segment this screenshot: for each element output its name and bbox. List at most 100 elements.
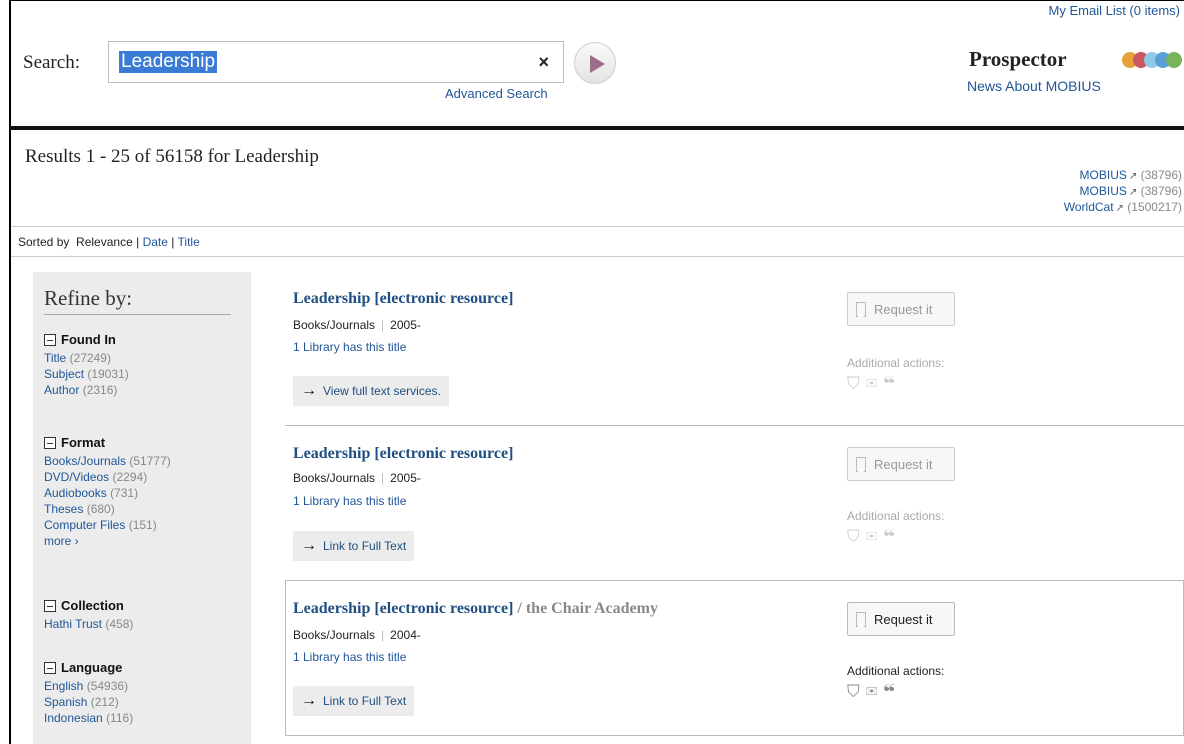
facet-link[interactable]: Subject (44, 367, 84, 381)
collapse-icon[interactable] (44, 334, 56, 346)
request-it-button[interactable]: Request it (847, 292, 955, 326)
worldcat-link[interactable]: WorldCat (1064, 200, 1114, 214)
facet-link[interactable]: Audiobooks (44, 486, 107, 500)
facet-link[interactable]: Books/Journals (44, 454, 126, 468)
additional-actions-label: Additional actions: (847, 356, 945, 370)
collapse-icon[interactable] (44, 662, 56, 674)
facet-more-link[interactable]: more › (44, 534, 79, 548)
sort-by-title-link[interactable]: Title (178, 235, 200, 249)
facet-label: Language (61, 660, 123, 675)
facet-header[interactable]: Collection (44, 598, 133, 614)
full-text-button[interactable]: → Link to Full Text (293, 531, 415, 561)
quote-icon[interactable]: ❝ (883, 682, 900, 701)
facet-count: (680) (86, 502, 115, 516)
action-label: Link to Full Text (323, 694, 407, 708)
meta-separator: | (381, 318, 385, 332)
facet-link[interactable]: Computer Files (44, 518, 125, 532)
facet-link[interactable]: Spanish (44, 695, 87, 709)
result-title-link[interactable]: Leadership [electronic resource] (293, 290, 513, 308)
divider (44, 314, 231, 315)
full-text-button[interactable]: → View full text services. (293, 376, 449, 406)
clear-search-icon[interactable]: × (538, 52, 549, 73)
facet-count: (731) (110, 486, 139, 500)
facet-item[interactable]: Hathi Trust (458) (44, 616, 133, 632)
facet-item[interactable]: Audiobooks (731) (44, 485, 171, 501)
facet-item[interactable]: Spanish (212) (44, 694, 133, 710)
advanced-search-link[interactable]: Advanced Search (445, 86, 548, 101)
library-holdings-link[interactable]: 1 Library has this title (293, 650, 406, 664)
mobius-link[interactable]: MOBIUS (1080, 184, 1127, 198)
full-text-button[interactable]: → Link to Full Text (293, 686, 415, 716)
mail-icon[interactable]: ✉ (866, 374, 884, 393)
result-format: Books/Journals (293, 318, 376, 332)
external-source-row: MOBIUS ↗ (38796) (1064, 184, 1182, 200)
facet-link[interactable]: Title (44, 351, 66, 365)
facet-header[interactable]: Language (44, 660, 133, 676)
search-input[interactable]: Leadership × (108, 41, 564, 83)
facet-more[interactable]: more › (44, 533, 171, 549)
search-input-value[interactable]: Leadership (119, 51, 218, 73)
library-holdings-link[interactable]: 1 Library has this title (293, 494, 406, 508)
email-list-link[interactable]: My Email List (0 items) (1049, 3, 1180, 18)
result-date: 2005- (390, 318, 421, 332)
collapse-icon[interactable] (44, 600, 56, 612)
collapse-icon[interactable] (44, 437, 56, 449)
result-title-link[interactable]: Leadership [electronic resource] (293, 600, 513, 617)
additional-actions-label: Additional actions: (847, 664, 945, 678)
result-meta: Books/Journals | 2005- (293, 318, 421, 332)
bookmark-icon (856, 456, 866, 472)
facet-link[interactable]: Theses (44, 502, 83, 516)
library-holdings-link[interactable]: 1 Library has this title (293, 340, 406, 354)
facet-link[interactable]: English (44, 679, 83, 693)
sort-separator: | (136, 235, 140, 249)
mail-icon[interactable]: ✉ (866, 682, 884, 701)
facet-header[interactable]: Format (44, 435, 171, 451)
quote-icon[interactable]: ❝ (883, 527, 900, 546)
action-label: View full text services. (323, 384, 441, 398)
facet-collection: Collection Hathi Trust (458) (44, 598, 133, 632)
facet-item[interactable]: English (54936) (44, 678, 133, 694)
result-format: Books/Journals (293, 471, 376, 485)
meta-separator: | (381, 628, 385, 642)
facet-item[interactable]: Books/Journals (51777) (44, 453, 171, 469)
facet-item[interactable]: Indonesian (116) (44, 710, 133, 726)
facet-link[interactable]: Author (44, 383, 79, 397)
quote-icon[interactable]: ❝ (883, 374, 900, 393)
facet-item[interactable]: Theses (680) (44, 501, 171, 517)
facet-item[interactable]: DVD/Videos (2294) (44, 469, 171, 485)
basket-icon[interactable]: ⛉ (847, 527, 866, 546)
request-it-button[interactable]: Request it (847, 602, 955, 636)
facet-found-in: Found In Title (27249) Subject (19031) A… (44, 332, 129, 398)
facet-link[interactable]: Hathi Trust (44, 617, 102, 631)
facet-language: Language English (54936) Spanish (212) I… (44, 660, 133, 726)
play-arrow-icon (590, 55, 605, 73)
result-author: / the Chair Academy (513, 600, 658, 617)
facet-count: (2294) (112, 470, 148, 484)
external-link-icon: ↗ (1128, 171, 1138, 182)
facet-item[interactable]: Computer Files (151) (44, 517, 171, 533)
additional-actions-icons: ⛉✉❝ (847, 682, 901, 702)
brand-logo-text: Prospector (969, 47, 1067, 71)
mobius-link[interactable]: MOBIUS (1080, 168, 1127, 182)
result-title-link[interactable]: Leadership [electronic resource] (293, 445, 513, 463)
mail-icon[interactable]: ✉ (866, 527, 884, 546)
additional-actions-icons: ⛉✉❝ (847, 527, 901, 547)
result-meta: Books/Journals | 2004- (293, 628, 421, 642)
basket-icon[interactable]: ⛉ (847, 374, 866, 393)
facet-item[interactable]: Subject (19031) (44, 366, 129, 382)
facet-link[interactable]: DVD/Videos (44, 470, 109, 484)
facet-item[interactable]: Author (2316) (44, 382, 129, 398)
facet-header[interactable]: Found In (44, 332, 129, 348)
refine-sidebar: Refine by: Found In Title (27249) Subjec… (33, 272, 251, 744)
arrow-right-icon: → (301, 692, 317, 709)
request-it-button[interactable]: Request it (847, 447, 955, 481)
external-count: (1500217) (1127, 200, 1182, 214)
news-about-mobius-link[interactable]: News About MOBIUS (967, 78, 1101, 94)
result-divider (285, 425, 1184, 426)
sort-by-date-link[interactable]: Date (143, 235, 168, 249)
result-date: 2005- (390, 471, 421, 485)
search-submit-button[interactable] (574, 42, 616, 84)
basket-icon[interactable]: ⛉ (847, 682, 866, 701)
facet-link[interactable]: Indonesian (44, 711, 103, 725)
facet-item[interactable]: Title (27249) (44, 350, 129, 366)
